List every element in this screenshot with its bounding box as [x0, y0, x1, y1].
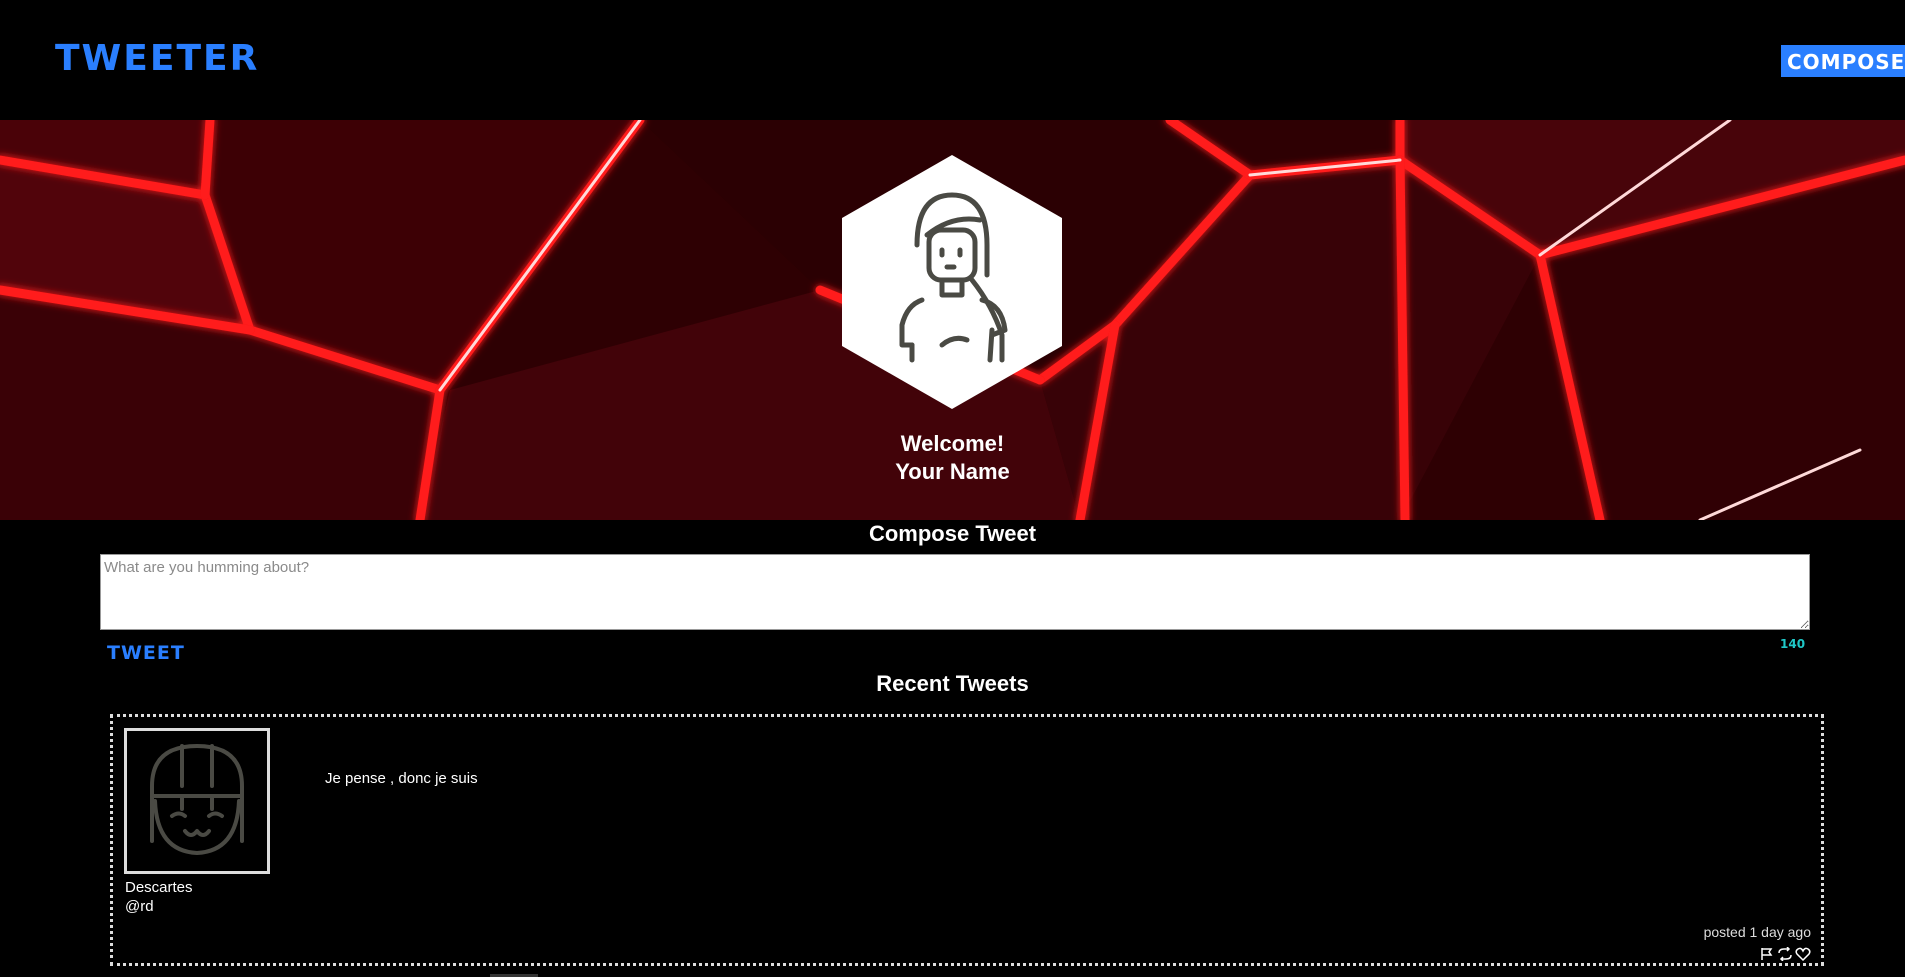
flag-icon[interactable]	[1759, 946, 1775, 960]
tweet-timestamp: posted 1 day ago	[1703, 924, 1811, 940]
welcome-label: Welcome!	[900, 431, 1005, 456]
tweet-avatar	[124, 728, 270, 874]
profile-header: Welcome! Your Name	[0, 120, 1905, 520]
tweet-author-handle: @rd	[125, 898, 154, 915]
profile-name: Your Name	[895, 459, 1010, 484]
compose-title: Compose Tweet	[868, 521, 1037, 546]
tweet-author-name: Descartes	[125, 879, 193, 896]
profile-avatar	[842, 155, 1062, 409]
welcome-message: Welcome! Your Name	[0, 430, 1905, 486]
retweet-icon[interactable]	[1777, 946, 1793, 962]
tweet-content: Je pense , donc je suis	[325, 770, 478, 787]
top-nav: TWEETER COMPOSE	[0, 0, 1905, 120]
compose-button[interactable]: COMPOSE	[1781, 45, 1905, 77]
recent-tweets-title: Recent Tweets	[876, 671, 1029, 696]
tweet-card: Descartes @rd Je pense , donc je suis po…	[110, 714, 1824, 966]
character-counter: 140	[1780, 637, 1806, 651]
tweet-actions	[1759, 946, 1811, 962]
tweet-input[interactable]	[100, 554, 1810, 630]
brand-logo[interactable]: TWEETER	[55, 38, 259, 79]
girl-face-icon	[150, 744, 244, 855]
like-icon[interactable]	[1795, 946, 1811, 962]
tweet-button[interactable]: TWEET	[107, 642, 185, 664]
